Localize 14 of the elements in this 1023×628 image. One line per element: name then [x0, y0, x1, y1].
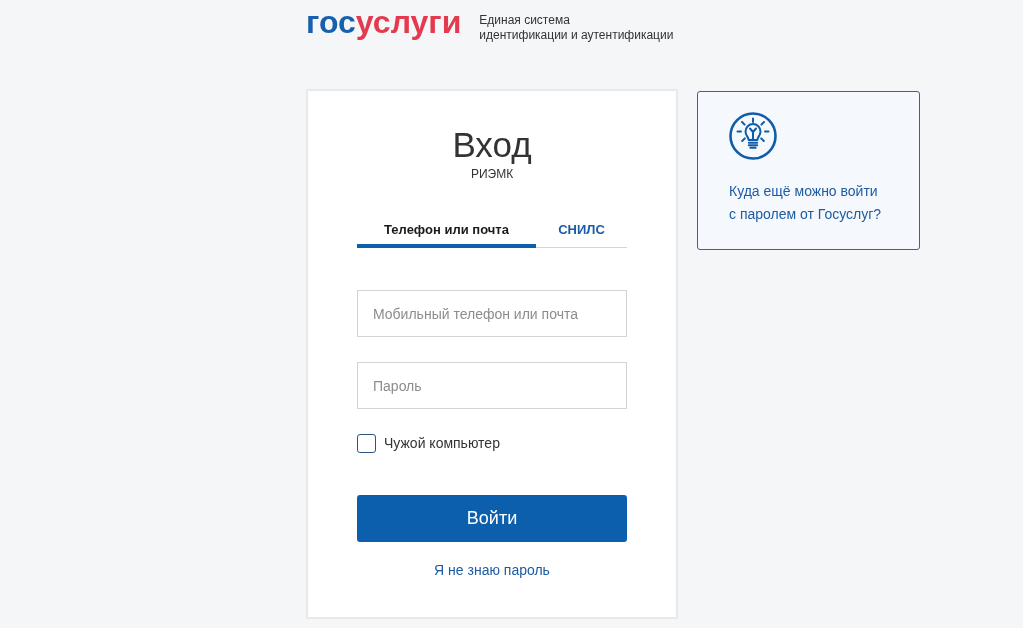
login-button[interactable]: Войти — [357, 495, 627, 542]
password-field[interactable]: Пароль — [357, 362, 627, 409]
checkbox[interactable] — [357, 434, 376, 453]
login-subtitle: РИЭМК — [469, 167, 515, 181]
lightbulb-icon — [729, 112, 777, 160]
logo-text[interactable]: услуги — [355, 6, 462, 38]
login-field[interactable]: Мобильный телефон или почта — [357, 290, 627, 337]
tab[interactable]: СНИЛС — [536, 214, 627, 248]
tagline: Единая система идентификации и аутентификации — [479, 13, 674, 43]
login-title: Вход — [451, 125, 533, 165]
tab[interactable]: Телефон или почта — [357, 214, 536, 248]
logo-text[interactable]: гос — [306, 6, 356, 38]
forgot-password-link[interactable]: Я не знаю пароль — [434, 561, 550, 579]
checkbox-label[interactable]: Чужой компьютер — [384, 434, 500, 453]
